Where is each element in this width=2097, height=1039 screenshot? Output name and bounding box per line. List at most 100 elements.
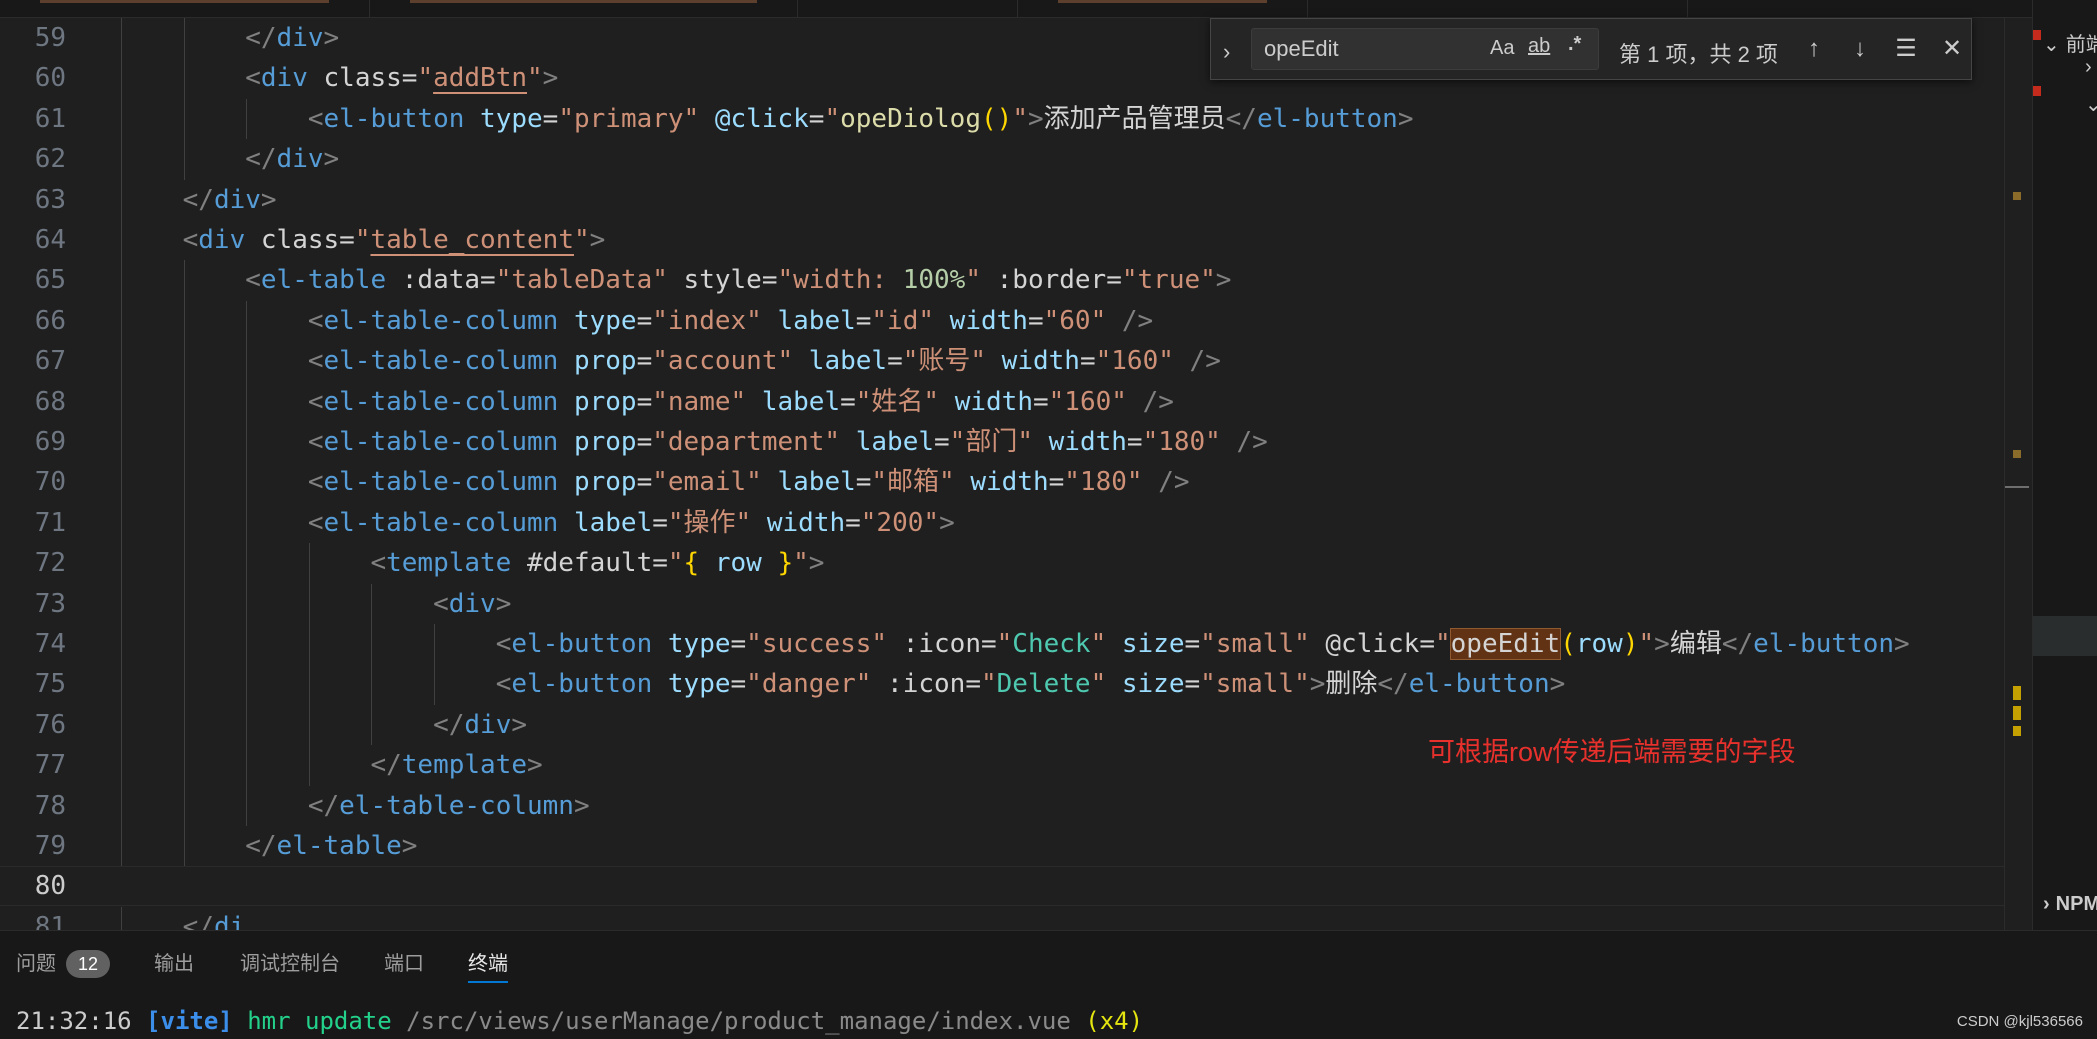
toggle-replace-chevron-icon[interactable]: › bbox=[1223, 39, 1230, 65]
code-token: type bbox=[464, 103, 543, 134]
npm-scripts-header[interactable]: › NPM bbox=[2043, 893, 2097, 916]
code-line[interactable]: <el-table-column type="index" label="id"… bbox=[120, 301, 1153, 341]
code-line[interactable]: <el-table-column prop="email" label="邮箱"… bbox=[120, 462, 1190, 502]
terminal-output-line[interactable]: 21:32:16 [vite] hmr update /src/views/us… bbox=[16, 1007, 1143, 1035]
indent-guide bbox=[308, 624, 310, 665]
code-line[interactable]: </div> bbox=[120, 18, 339, 58]
code-line[interactable]: <el-button type="primary" @click="opeDio… bbox=[120, 99, 1414, 139]
match-case-button[interactable]: Aa bbox=[1490, 37, 1514, 60]
code-token: type bbox=[652, 669, 731, 700]
indent-guide bbox=[121, 220, 122, 261]
code-token: "160" bbox=[1095, 346, 1174, 377]
code-token: </ bbox=[1721, 629, 1754, 659]
editor-tab[interactable] bbox=[798, 0, 1018, 18]
code-token: " bbox=[1012, 103, 1028, 134]
line-number: 75 bbox=[34, 669, 66, 700]
code-line[interactable]: <el-table-column prop="account" label="账… bbox=[120, 341, 1221, 381]
find-in-selection-icon[interactable]: ☰ bbox=[1889, 31, 1923, 67]
code-line[interactable]: </el-table> bbox=[120, 826, 417, 866]
code-token: " bbox=[1090, 629, 1107, 659]
find-match-mark bbox=[2013, 686, 2021, 700]
code-line[interactable]: <div> bbox=[120, 584, 511, 624]
selected-tree-item[interactable] bbox=[2033, 616, 2097, 656]
code-line[interactable]: </div> bbox=[120, 180, 277, 220]
code-line[interactable]: </di bbox=[120, 907, 246, 930]
editor-tab[interactable] bbox=[0, 0, 370, 18]
use-regex-button[interactable]: .* bbox=[1568, 33, 1581, 56]
editor-tab[interactable] bbox=[1018, 0, 1308, 18]
code-line[interactable]: <template #default="{ row }"> bbox=[120, 543, 824, 583]
code-line[interactable]: <el-table-column prop="department" label… bbox=[120, 422, 1268, 462]
code-token: </ bbox=[182, 911, 214, 930]
match-whole-word-button[interactable]: ab bbox=[1528, 35, 1550, 58]
editor-tab[interactable] bbox=[370, 0, 798, 18]
code-token: "danger" bbox=[746, 669, 872, 700]
code-token: type bbox=[558, 305, 637, 336]
tab-ports[interactable]: 端口 bbox=[384, 949, 424, 983]
code-line[interactable]: <div class="addBtn"> bbox=[120, 58, 558, 98]
code-token: ) bbox=[1622, 629, 1639, 659]
indent-guide bbox=[121, 179, 122, 220]
code-editor[interactable]: 59 60 61 62 63 64 65 66 67 68 69 70 71 72 73 74 75 76 77 78… bbox=[0, 18, 2032, 930]
indent-guide bbox=[308, 745, 310, 786]
code-token: "department" bbox=[652, 427, 841, 457]
code-area[interactable]: </div> <div class="addBtn"> <el-button t… bbox=[0, 18, 2032, 930]
line-number: 67 bbox=[34, 346, 66, 377]
code-token: 编辑 bbox=[1669, 629, 1722, 659]
code-token: " bbox=[417, 63, 434, 94]
code-token: prop bbox=[558, 386, 637, 417]
code-token: > bbox=[1309, 669, 1326, 700]
overview-mark bbox=[2013, 450, 2021, 458]
chevron-right-icon[interactable]: › bbox=[2085, 56, 2092, 79]
code-token: div bbox=[464, 709, 512, 740]
tab-problems[interactable]: 问题 12 bbox=[16, 949, 111, 983]
previous-match-arrow-up-icon[interactable]: ↑ bbox=[1797, 31, 1831, 67]
indent-guide bbox=[183, 98, 185, 140]
code-line[interactable] bbox=[0, 866, 2032, 907]
code-token: " bbox=[965, 265, 981, 296]
code-line[interactable]: <el-button type="danger" :icon="Delete" … bbox=[120, 664, 1566, 704]
line-number: 74 bbox=[34, 629, 66, 659]
chevron-down-icon[interactable]: ⌄ bbox=[2085, 92, 2097, 117]
code-token: = bbox=[1027, 305, 1044, 336]
code-token: 删除 bbox=[1325, 669, 1378, 700]
code-line[interactable]: <el-table :data="tableData" style="width… bbox=[120, 260, 1231, 300]
code-token: size bbox=[1106, 629, 1185, 659]
code-token: div bbox=[198, 225, 246, 255]
explorer-section-header[interactable]: ⌄ 前端 bbox=[2043, 28, 2097, 57]
editor-scrollbar[interactable] bbox=[2004, 18, 2032, 930]
code-token: > bbox=[1397, 103, 1414, 134]
code-token: el-table bbox=[260, 265, 387, 296]
code-token: " bbox=[354, 225, 371, 255]
indent-guide bbox=[121, 139, 122, 180]
tab-debug-console[interactable]: 调试控制台 bbox=[240, 949, 340, 983]
watermark: CSDN @kjl536566 bbox=[1956, 1013, 2083, 1030]
editor-tab[interactable] bbox=[1308, 0, 1688, 18]
code-token: /> bbox=[1173, 346, 1221, 377]
code-line[interactable]: </el-table-column> bbox=[120, 786, 590, 826]
indent-guide bbox=[246, 300, 248, 342]
code-token: " bbox=[793, 548, 809, 579]
indent-guide bbox=[121, 583, 122, 624]
code-token: } bbox=[777, 548, 794, 579]
code-token: < bbox=[307, 507, 324, 538]
code-token: </ bbox=[182, 184, 214, 215]
code-token: 100% bbox=[902, 265, 966, 296]
code-token: el-table-column bbox=[323, 427, 559, 457]
code-line[interactable]: </div> bbox=[120, 705, 527, 745]
code-token: = bbox=[1184, 629, 1201, 659]
tab-output[interactable]: 输出 bbox=[154, 949, 194, 983]
indent-guide bbox=[183, 664, 185, 705]
find-input[interactable] bbox=[1252, 29, 1472, 69]
code-token: < bbox=[370, 548, 387, 579]
code-line[interactable]: <el-table-column prop="name" label="姓名" … bbox=[120, 382, 1174, 422]
next-match-arrow-down-icon[interactable]: ↓ bbox=[1843, 31, 1877, 67]
code-line[interactable]: </div> bbox=[120, 139, 339, 179]
indent-guide bbox=[371, 704, 373, 746]
code-line[interactable]: <div class="table_content"> bbox=[120, 220, 606, 260]
code-line[interactable]: <el-button type="success" :icon="Check" … bbox=[120, 624, 1910, 664]
code-token: </ bbox=[245, 831, 277, 861]
close-find-icon[interactable]: ✕ bbox=[1935, 31, 1969, 67]
tab-terminal[interactable]: 终端 bbox=[468, 949, 508, 983]
